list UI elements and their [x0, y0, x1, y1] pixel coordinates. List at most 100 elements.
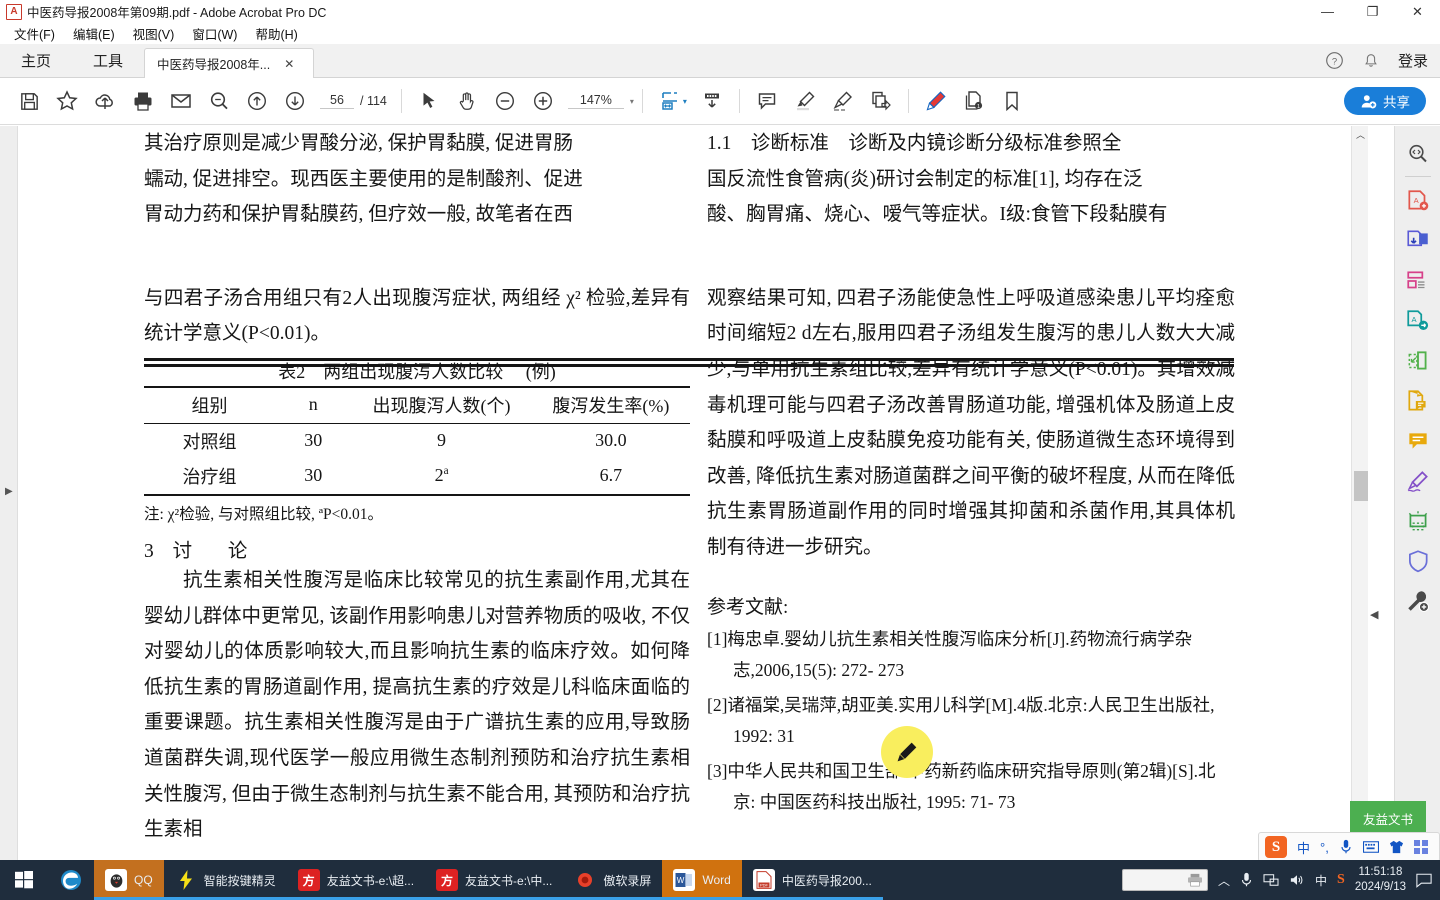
- keyboard-icon[interactable]: [1362, 841, 1379, 853]
- skin-icon[interactable]: [1389, 840, 1404, 854]
- fit-caret-icon[interactable]: ▾: [683, 97, 687, 106]
- comment-file-icon[interactable]: [1401, 381, 1435, 421]
- page-navigation: 56 / 114: [320, 93, 387, 109]
- hand-icon[interactable]: [448, 82, 486, 120]
- page-number-input[interactable]: 56: [320, 93, 354, 109]
- navigation-pane-collapsed[interactable]: ▶: [0, 126, 18, 860]
- mic-icon[interactable]: [1240, 872, 1253, 888]
- tray-chevron-icon[interactable]: ︿: [1218, 872, 1230, 889]
- protect-shield-icon[interactable]: [1401, 541, 1435, 581]
- organize-pages-icon[interactable]: [1401, 261, 1435, 301]
- svg-text:PDF: PDF: [760, 883, 769, 888]
- restore-button[interactable]: ❐: [1350, 0, 1395, 23]
- close-icon[interactable]: ✕: [284, 57, 294, 71]
- taskbar-item-word[interactable]: W Word: [662, 860, 742, 900]
- create-pdf-icon[interactable]: A: [1401, 181, 1435, 221]
- table-header-rate: 腹泻发生率(%): [552, 395, 670, 416]
- sogou-logo-icon[interactable]: S: [1265, 836, 1287, 858]
- taskbar-item-qq[interactable]: QQ: [94, 860, 164, 900]
- question-circle-icon[interactable]: ?: [1325, 51, 1344, 70]
- star-icon[interactable]: [48, 82, 86, 120]
- menu-item-edit[interactable]: 编辑(E): [64, 23, 124, 44]
- page-column-left: 其治疗原则是减少胃酸分泌, 保护胃黏膜, 促进胃肠 蠕动, 促进排空。现西医主要…: [144, 126, 690, 848]
- print-icon[interactable]: [124, 82, 162, 120]
- ime-punctuation-toggle[interactable]: °,: [1320, 840, 1329, 855]
- minimize-button[interactable]: —: [1305, 0, 1350, 23]
- pdf-page[interactable]: 其治疗原则是减少胃酸分泌, 保护胃黏膜, 促进胃肠 蠕动, 促进排空。现西医主要…: [19, 126, 1350, 860]
- svg-text:W: W: [677, 876, 685, 885]
- diarrhea-comparison-table: 组别 n 出现腹泻人数(个) 腹泻发生率(%) 对照组 30 9 30.0 治疗…: [144, 386, 690, 496]
- tray-input-field[interactable]: [1122, 869, 1208, 891]
- next-page-icon[interactable]: [276, 82, 314, 120]
- taskbar-item-youyi-2[interactable]: 方 友益文书-e:\中...: [425, 860, 564, 900]
- fill-sign-icon[interactable]: [1401, 461, 1435, 501]
- search-enhanced-icon[interactable]: [1401, 134, 1435, 174]
- bookmark-icon[interactable]: [993, 82, 1031, 120]
- volume-icon[interactable]: [1289, 873, 1305, 887]
- tab-document[interactable]: 中医药导报2008年... ✕: [144, 48, 314, 78]
- cursor-arrow-icon[interactable]: [410, 82, 448, 120]
- tab-tools[interactable]: 工具: [72, 44, 144, 77]
- apps-icon[interactable]: [1413, 840, 1428, 854]
- previous-page-icon[interactable]: [238, 82, 276, 120]
- ime-mode-indicator[interactable]: 中: [1315, 872, 1327, 889]
- zoom-search-icon[interactable]: [200, 82, 238, 120]
- left-top-fragment-line-3: 胃动力药和保护胃黏膜药, 但疗效一般, 故笔者在西: [144, 204, 574, 226]
- menu-item-help[interactable]: 帮助(H): [246, 23, 306, 44]
- windows-logo-icon[interactable]: [0, 860, 48, 900]
- table-header-n: n: [308, 394, 318, 415]
- expand-navigation-icon[interactable]: ▶: [5, 486, 13, 497]
- page-divider-rule: [144, 358, 1234, 367]
- send-pdf-icon[interactable]: A: [1401, 301, 1435, 341]
- menu-item-view[interactable]: 视图(V): [124, 23, 184, 44]
- network-icon[interactable]: [1263, 873, 1279, 887]
- reference-item: [1]梅忠卓.婴幼儿抗生素相关性腹泻临床分析[J].药物流行病学杂志,2006,…: [707, 628, 1193, 680]
- sogou-tray-icon[interactable]: S: [1337, 872, 1345, 888]
- vertical-scrollbar[interactable]: ︿: [1351, 126, 1368, 860]
- draw-pen-icon[interactable]: [824, 82, 862, 120]
- scroll-up-icon[interactable]: ︿: [1352, 128, 1369, 141]
- taskbar-item-acrobat-doc[interactable]: PDF 中医药导报200...: [741, 860, 883, 900]
- taskbar-clock[interactable]: 11:51:18 2024/9/13: [1355, 865, 1406, 895]
- section-number: 3: [144, 540, 154, 562]
- scrollbar-thumb[interactable]: [1354, 471, 1368, 501]
- tools-wrench-icon[interactable]: [1401, 581, 1435, 621]
- zoom-out-icon[interactable]: [486, 82, 524, 120]
- notification-icon[interactable]: [1416, 873, 1432, 888]
- share-button[interactable]: 共享: [1344, 87, 1426, 115]
- menu-item-window[interactable]: 窗口(W): [183, 23, 246, 44]
- menu-item-file[interactable]: 文件(F): [5, 23, 64, 44]
- edge-browser-icon[interactable]: [48, 860, 94, 900]
- chevron-down-icon[interactable]: ▾: [630, 97, 634, 106]
- mic-icon[interactable]: [1339, 839, 1353, 855]
- taskbar-item-youyi-1[interactable]: 方 友益文书-e:\超...: [286, 860, 426, 900]
- export-pdf-icon[interactable]: [1401, 221, 1435, 261]
- stamp-icon[interactable]: [862, 82, 900, 120]
- taskbar-item-screen-recorder[interactable]: 傲软录屏: [563, 860, 663, 900]
- scan-ocr-icon[interactable]: [1401, 501, 1435, 541]
- save-icon[interactable]: [10, 82, 48, 120]
- zoom-in-icon[interactable]: [524, 82, 562, 120]
- login-button[interactable]: 登录: [1398, 50, 1428, 71]
- clock-date: 2024/9/13: [1354, 881, 1406, 893]
- tab-home[interactable]: 主页: [0, 44, 72, 77]
- taskbar-item-key-assistant[interactable]: 智能按键精灵: [163, 860, 287, 900]
- crop-page-icon[interactable]: [1401, 341, 1435, 381]
- zoom-value[interactable]: 147%: [567, 93, 624, 109]
- zoom-control[interactable]: 147% ▾: [567, 93, 634, 109]
- left-paragraph-2: 抗生素相关性腹泻是临床比较常见的抗生素副作用,尤其在婴幼儿群体中更常见, 该副作…: [144, 569, 691, 841]
- upload-cloud-icon[interactable]: [86, 82, 124, 120]
- bell-icon[interactable]: [1362, 52, 1380, 70]
- sogou-ime-bar[interactable]: S 中 °,: [1258, 832, 1440, 862]
- red-pencil-icon[interactable]: [917, 82, 955, 120]
- collapse-right-pane-icon[interactable]: ◀: [1370, 608, 1378, 621]
- highlight-pen-icon[interactable]: [786, 82, 824, 120]
- comment-bubble-icon[interactable]: [1401, 421, 1435, 461]
- ime-language-toggle[interactable]: 中: [1297, 838, 1310, 857]
- close-button[interactable]: ✕: [1395, 0, 1440, 23]
- page-info-icon[interactable]: 1: [955, 82, 993, 120]
- scroll-mode-icon[interactable]: [693, 82, 731, 120]
- comment-icon[interactable]: [748, 82, 786, 120]
- email-icon[interactable]: [162, 82, 200, 120]
- menu-bar: 文件(F) 编辑(E) 视图(V) 窗口(W) 帮助(H): [0, 23, 1440, 44]
